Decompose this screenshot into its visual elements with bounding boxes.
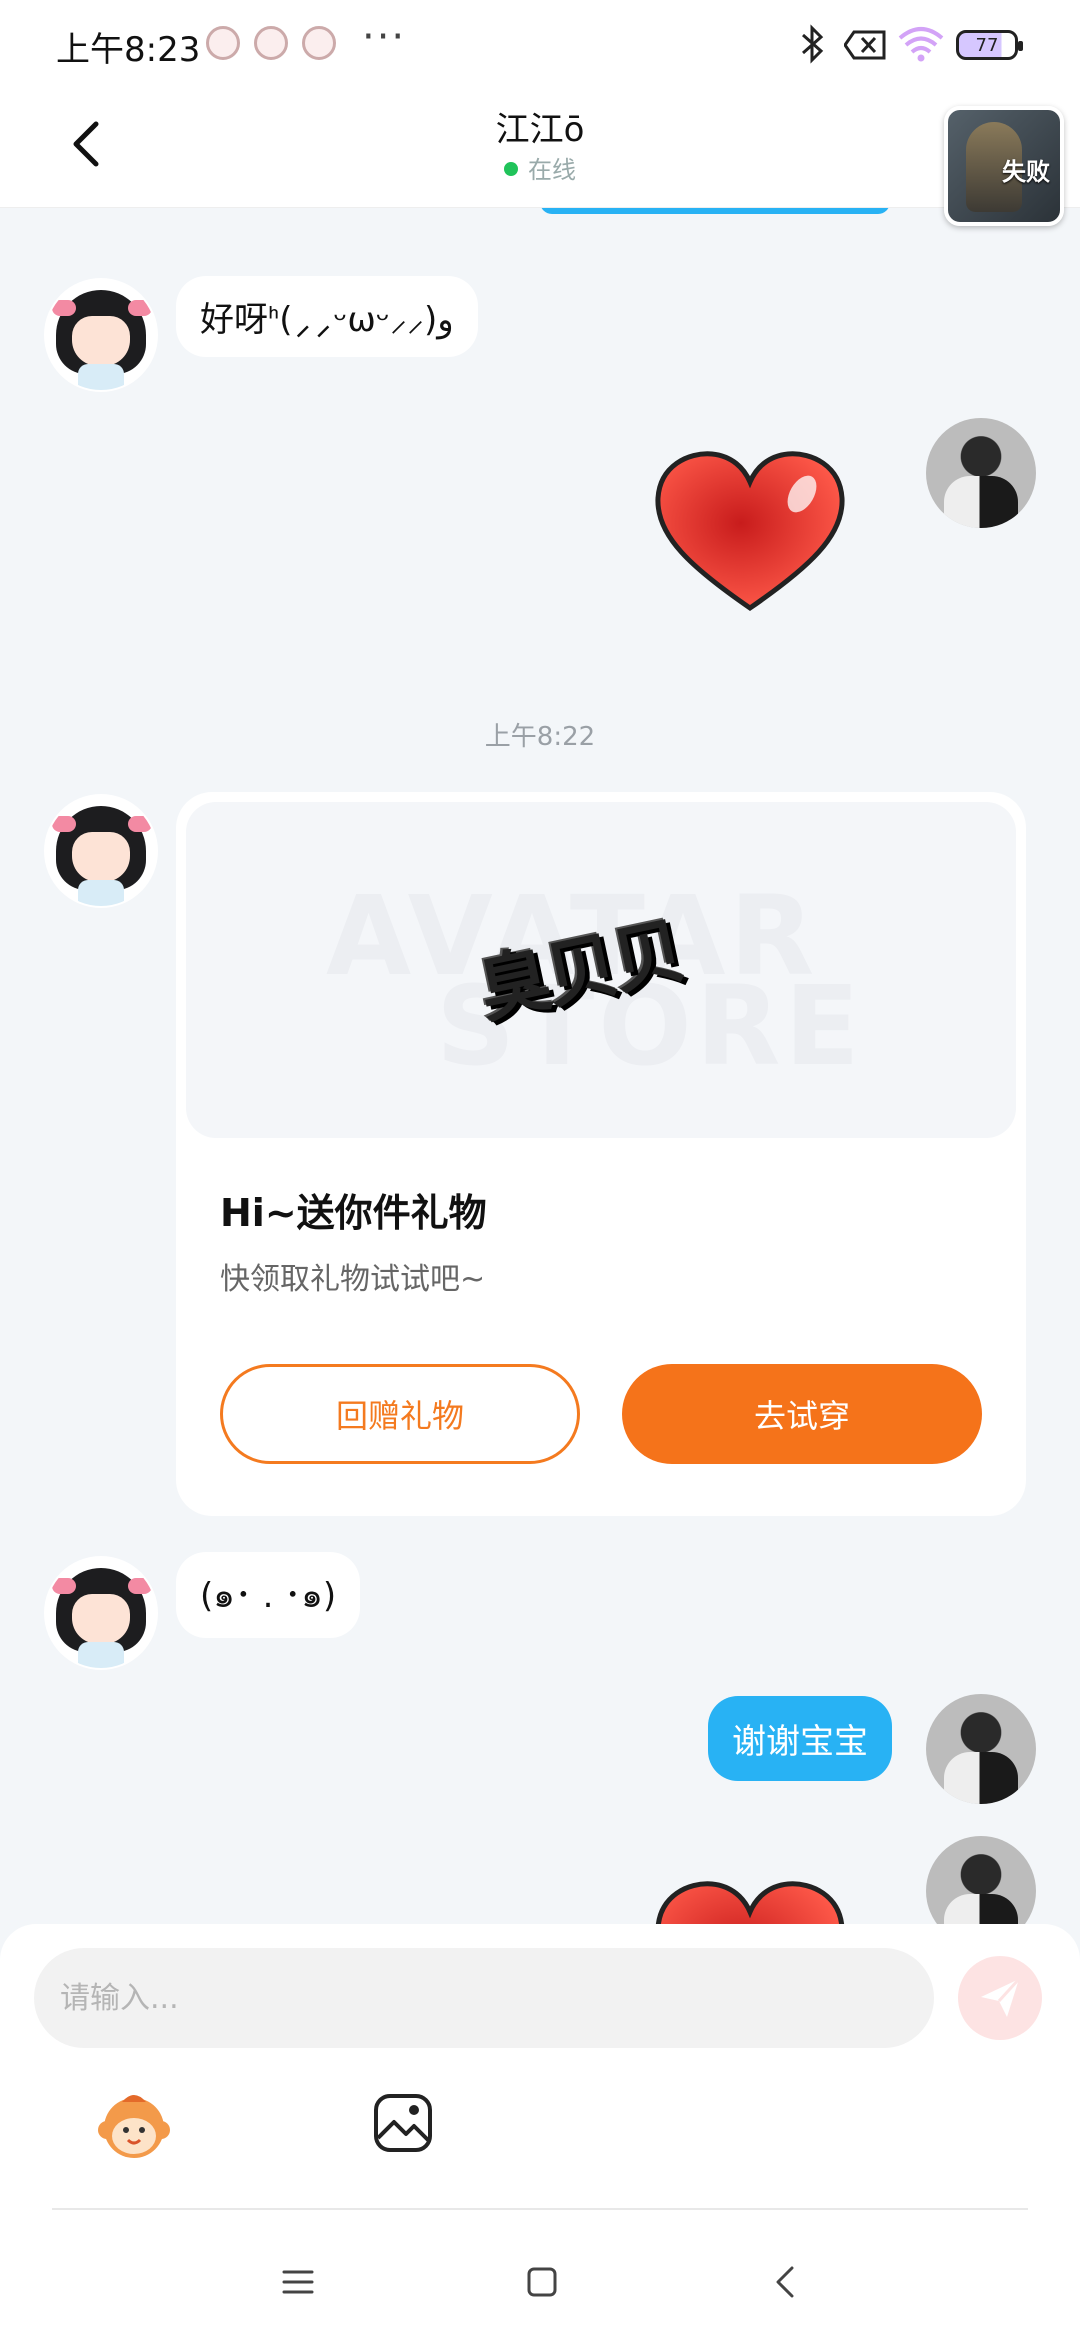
message-bubble-received[interactable]: 好呀ᑋ(⸝⸝ᵕωᵕ⸝⸝)و [176,276,478,357]
input-panel [0,1924,1080,2340]
message-input-container [34,1948,934,2048]
divider [52,2208,1028,2210]
message-timestamp: 上午8:22 [484,722,596,752]
user-avatar[interactable] [926,418,1036,528]
notification-icon [254,26,288,60]
status-bar: 上午8:23 ··· 77 [0,0,1080,92]
send-button[interactable] [958,1956,1042,2040]
online-status-label: 在线 [528,156,576,184]
notification-icon [302,26,336,60]
bluetooth-icon [802,24,824,64]
contact-avatar[interactable] [46,1558,156,1668]
gift-subtitle: 快领取礼物试试吧~ [220,1262,486,1297]
online-dot-icon [504,162,518,176]
heart-sticker-icon[interactable] [652,1878,848,1924]
gift-card[interactable]: AVATAR STORE 臭贝贝 Hi~送你件礼物 快领取礼物试试吧~ 回赠礼物… [176,792,1026,1516]
wifi-icon [898,27,944,62]
message-list[interactable]: 好呀ᑋ(⸝⸝ᵕωᵕ⸝⸝)و 上午8:22 AVATAR STORE 臭贝贝 Hi… [0,208,1080,1924]
return-gift-button[interactable]: 回赠礼物 [220,1364,580,1464]
try-on-button[interactable]: 去试穿 [622,1364,982,1464]
heart-sticker-icon[interactable] [652,448,848,618]
emoji-monkey-icon[interactable] [94,2084,174,2164]
home-nav-icon[interactable] [524,2264,560,2300]
more-notifications-icon: ··· [362,14,407,60]
status-time: 上午8:23 [56,30,201,70]
chat-header: 江江ō 在线 失败 [0,92,1080,226]
contact-avatar[interactable] [46,280,156,390]
gift-preview-image: AVATAR STORE 臭贝贝 [186,802,1016,1138]
contact-name: 江江ō [495,110,585,150]
message-bubble-received[interactable]: (๑･ . ･๑) [176,1552,361,1638]
game-result-label: 失败 [1002,158,1050,186]
image-gallery-icon[interactable] [372,2092,434,2154]
contact-avatar[interactable] [46,796,156,906]
user-avatar[interactable] [926,1694,1036,1804]
message-bubble-partial [540,208,890,214]
battery-icon: 77 [956,30,1023,60]
gift-title: Hi~送你件礼物 [220,1191,487,1235]
no-sim-icon [844,30,886,60]
send-paper-plane-icon [981,1977,1021,2017]
user-avatar[interactable] [926,1836,1036,1924]
menu-nav-icon[interactable] [280,2264,316,2300]
notification-icon [206,26,240,60]
back-nav-icon[interactable] [768,2264,804,2300]
message-bubble-sent[interactable]: 谢谢宝宝 [708,1696,892,1781]
message-input[interactable] [34,1948,934,2048]
online-status: 在线 [0,150,1080,185]
